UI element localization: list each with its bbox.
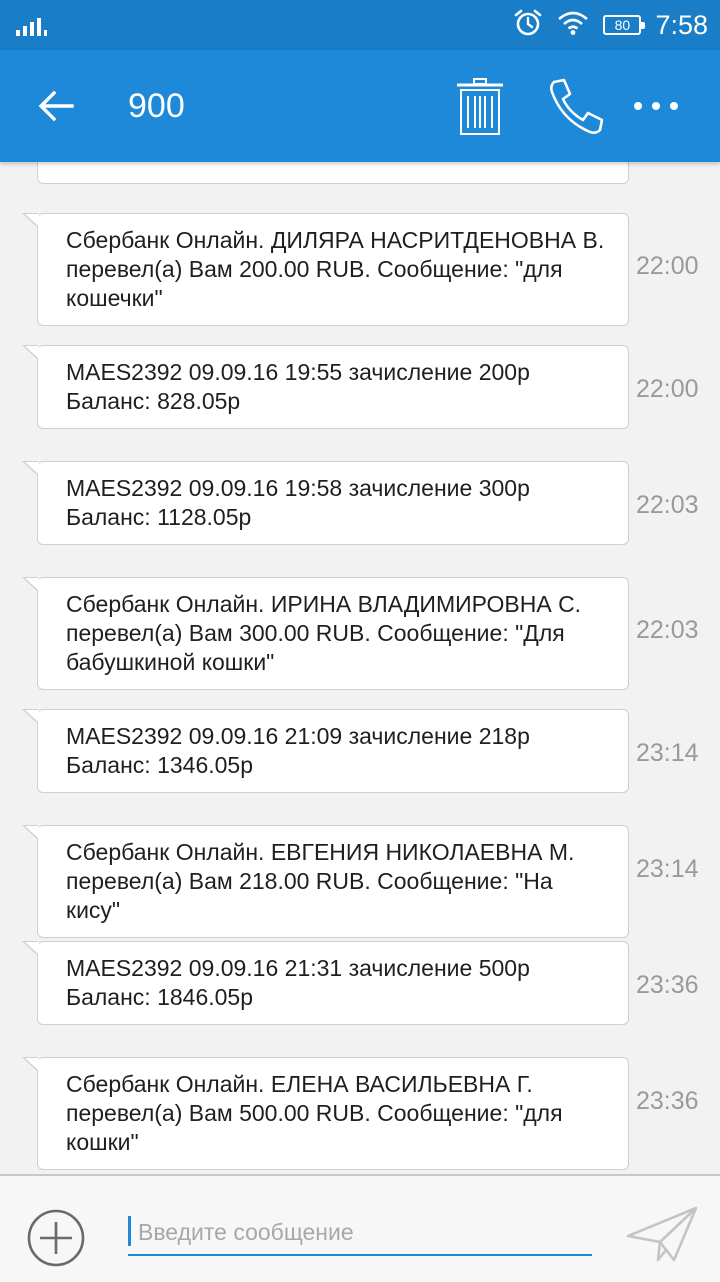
delete-button[interactable] xyxy=(452,76,508,138)
alarm-icon xyxy=(513,8,543,43)
message-bubble[interactable]: MAES2392 09.09.16 19:55 зачисление 200р … xyxy=(22,345,629,429)
message-input[interactable] xyxy=(136,1214,590,1250)
message-text: Сбербанк Онлайн. ДИЛЯРА НАСРИТДЕНОВНА В.… xyxy=(66,227,605,311)
message-text: MAES2392 09.09.16 19:55 зачисление 200р … xyxy=(66,359,530,414)
trash-icon xyxy=(457,78,503,135)
more-icon xyxy=(634,102,678,110)
message-time: 22:03 xyxy=(636,491,699,519)
message-bubble[interactable]: MAES2392 09.09.16 21:09 зачисление 218р … xyxy=(22,709,629,793)
wifi-icon xyxy=(557,10,589,41)
message-composer xyxy=(0,1174,720,1282)
message-time: 22:03 xyxy=(636,616,699,644)
attach-button[interactable] xyxy=(26,1208,86,1268)
more-options-button[interactable] xyxy=(628,84,684,128)
battery-level: 80 xyxy=(614,17,631,33)
message-bubble[interactable]: Сбербанк Онлайн. ДИЛЯРА НАСРИТДЕНОВНА В.… xyxy=(22,213,629,326)
message-text: Сбербанк Онлайн. ИРИНА ВЛАДИМИРОВНА С. п… xyxy=(66,591,582,675)
status-bar: 80 7:58 xyxy=(0,0,720,50)
message-list[interactable]: Сбербанк Онлайн. ДИЛЯРА НАСРИТДЕНОВНА В.… xyxy=(0,162,720,1174)
message-bubble[interactable]: MAES2392 09.09.16 21:31 зачисление 500р … xyxy=(22,941,629,1025)
message-text: MAES2392 09.09.16 21:31 зачисление 500р … xyxy=(66,955,530,1010)
signal-icon xyxy=(16,16,50,43)
message-text: Сбербанк Онлайн. ЕЛЕНА ВАСИЛЬЕВНА Г. пер… xyxy=(66,1071,563,1155)
message-time: 23:14 xyxy=(636,855,699,883)
message-bubble-partial[interactable] xyxy=(37,162,629,184)
text-cursor xyxy=(128,1216,131,1246)
back-arrow-icon xyxy=(38,90,74,122)
clock: 7:58 xyxy=(655,9,708,40)
message-text: Сбербанк Онлайн. ЕВГЕНИЯ НИКОЛАЕВНА М. п… xyxy=(66,839,575,923)
message-time: 23:14 xyxy=(636,739,699,767)
conversation-title: 900 xyxy=(128,87,185,125)
message-time: 22:00 xyxy=(636,375,699,403)
message-text: MAES2392 09.09.16 19:58 зачисление 300р … xyxy=(66,475,530,530)
message-time: 22:00 xyxy=(636,252,699,280)
battery-icon: 80 xyxy=(603,15,646,35)
message-input-wrapper[interactable] xyxy=(128,1210,592,1256)
message-bubble[interactable]: Сбербанк Онлайн. ЕВГЕНИЯ НИКОЛАЕВНА М. п… xyxy=(22,825,629,938)
send-button[interactable] xyxy=(624,1204,700,1266)
message-bubble[interactable]: Сбербанк Онлайн. ЕЛЕНА ВАСИЛЬЕВНА Г. пер… xyxy=(22,1057,629,1170)
app-bar: 900 xyxy=(0,50,720,162)
send-icon xyxy=(626,1206,698,1262)
message-time: 23:36 xyxy=(636,971,699,999)
call-button[interactable] xyxy=(546,76,608,138)
message-bubble[interactable]: Сбербанк Онлайн. ИРИНА ВЛАДИМИРОВНА С. п… xyxy=(22,577,629,690)
message-time: 23:36 xyxy=(636,1087,699,1115)
message-bubble[interactable]: MAES2392 09.09.16 19:58 зачисление 300р … xyxy=(22,461,629,545)
phone-icon xyxy=(550,78,604,134)
message-text: MAES2392 09.09.16 21:09 зачисление 218р … xyxy=(66,723,530,778)
back-button[interactable] xyxy=(34,84,78,128)
add-icon xyxy=(27,1209,85,1267)
